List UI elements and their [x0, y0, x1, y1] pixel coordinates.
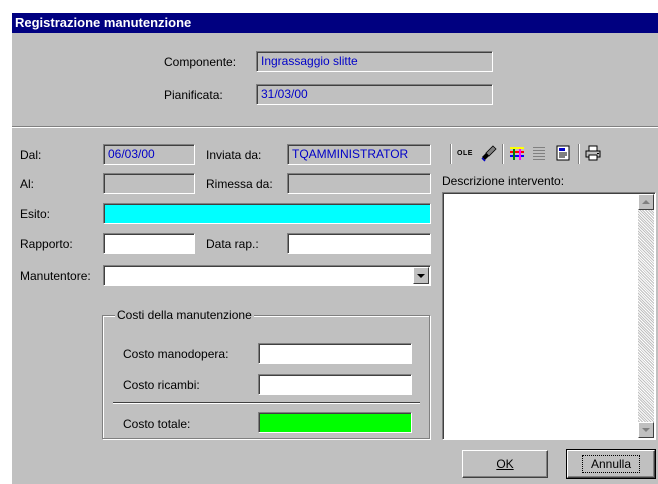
- rapporto-label: Rapporto:: [20, 237, 73, 251]
- ole-button[interactable]: OLE: [456, 144, 474, 162]
- esito-field[interactable]: [103, 203, 431, 224]
- costs-group-title: Costi della manutenzione: [115, 308, 254, 322]
- dal-label: Dal:: [20, 148, 42, 162]
- descrizione-label: Descrizione intervento:: [442, 174, 565, 188]
- pianificata-field: 31/03/00: [256, 84, 493, 105]
- rimessa-field: [287, 173, 431, 194]
- dal-field: 06/03/00: [103, 144, 195, 165]
- manutentore-label: Manutentore:: [20, 269, 91, 283]
- al-field: [103, 173, 195, 194]
- componente-field: Ingrassaggio slitte: [256, 51, 493, 72]
- printer-icon: [585, 145, 601, 161]
- ole-icon: OLE: [457, 149, 473, 157]
- scroll-up-button[interactable]: [638, 194, 654, 210]
- cancel-button[interactable]: Annulla: [566, 449, 656, 479]
- manodopera-field[interactable]: [258, 343, 412, 364]
- insert-document-button[interactable]: [554, 144, 572, 162]
- manutentore-combo[interactable]: [103, 265, 431, 286]
- chevron-down-icon: [642, 428, 650, 432]
- descrizione-scrollbar[interactable]: [638, 194, 654, 438]
- manutentore-dropdown-button[interactable]: [413, 267, 429, 284]
- componente-label: Componente:: [164, 55, 237, 69]
- print-button[interactable]: [584, 144, 602, 162]
- document-insert-icon: [556, 145, 570, 161]
- header-divider: [12, 126, 658, 128]
- chevron-down-icon: [417, 274, 425, 278]
- toolbar-separator: [578, 144, 580, 164]
- inviata-label: Inviata da:: [206, 148, 262, 162]
- ricambi-label: Costo ricambi:: [123, 378, 200, 392]
- paragraph-button[interactable]: [530, 144, 548, 162]
- totale-field: [258, 412, 412, 433]
- inviata-field: TQAMMINISTRATOR: [287, 144, 431, 165]
- window-title: Registrazione manutenzione: [12, 13, 658, 33]
- ricambi-field[interactable]: [258, 374, 412, 395]
- chevron-up-icon: [642, 200, 650, 204]
- costs-group: Costi della manutenzione Costo manodoper…: [102, 308, 430, 439]
- rimessa-label: Rimessa da:: [206, 177, 273, 191]
- totale-label: Costo totale:: [123, 417, 191, 431]
- descrizione-textarea[interactable]: [442, 192, 656, 440]
- color-palette-icon: [510, 147, 524, 160]
- ok-button-label: OK: [496, 457, 514, 471]
- toolbar-separator: [450, 144, 452, 164]
- scroll-down-button[interactable]: [638, 422, 654, 438]
- costs-divider: [113, 402, 420, 404]
- format-brush-button[interactable]: [480, 144, 498, 162]
- manodopera-label: Costo manodopera:: [123, 347, 229, 361]
- esito-label: Esito:: [20, 207, 51, 221]
- data-rap-field[interactable]: [287, 233, 431, 254]
- cancel-button-label: Annulla: [581, 455, 641, 473]
- toolbar-separator: [502, 144, 504, 164]
- paint-brush-icon: [481, 145, 497, 162]
- al-label: Al:: [20, 177, 35, 191]
- dialog-window: Registrazione manutenzione Componente: I…: [12, 13, 658, 484]
- ok-button[interactable]: OK: [462, 450, 548, 478]
- rapporto-field[interactable]: [103, 233, 195, 254]
- color-button[interactable]: [508, 144, 526, 162]
- paragraph-icon: [533, 147, 545, 160]
- data-rap-label: Data rap.:: [206, 237, 259, 251]
- pianificata-label: Pianificata:: [164, 88, 223, 102]
